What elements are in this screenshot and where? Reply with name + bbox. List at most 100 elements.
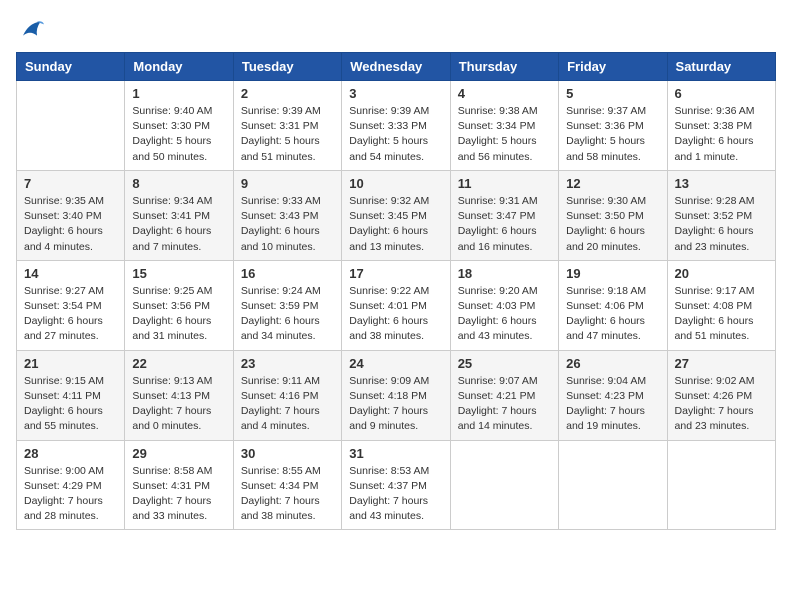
day-number: 28 xyxy=(24,446,117,461)
day-info: Sunrise: 9:11 AMSunset: 4:16 PMDaylight:… xyxy=(241,374,334,435)
day-number: 15 xyxy=(132,266,225,281)
day-number: 21 xyxy=(24,356,117,371)
day-info: Sunrise: 9:28 AMSunset: 3:52 PMDaylight:… xyxy=(675,194,768,255)
calendar-cell: 29 Sunrise: 8:58 AMSunset: 4:31 PMDayligh… xyxy=(125,440,233,530)
calendar-cell: 18Sunrise: 9:20 AMSunset: 4:03 PMDayligh… xyxy=(450,260,558,350)
day-number: 12 xyxy=(566,176,659,191)
day-info: Sunrise: 9:35 AMSunset: 3:40 PMDaylight:… xyxy=(24,194,117,255)
calendar-cell: 16 Sunrise: 9:24 AMSunset: 3:59 PMDayligh… xyxy=(233,260,341,350)
calendar-cell: 10Sunrise: 9:32 AMSunset: 3:45 PMDayligh… xyxy=(342,170,450,260)
day-number: 29 xyxy=(132,446,225,461)
day-number: 4 xyxy=(458,86,551,101)
calendar-cell: 25Sunrise: 9:07 AMSunset: 4:21 PMDayligh… xyxy=(450,350,558,440)
calendar-cell: 3Sunrise: 9:39 AMSunset: 3:33 PMDaylight… xyxy=(342,81,450,171)
day-number: 7 xyxy=(24,176,117,191)
day-info: Sunrise: 9:18 AMSunset: 4:06 PMDaylight:… xyxy=(566,284,659,345)
day-number: 6 xyxy=(675,86,768,101)
day-number: 30 xyxy=(241,446,334,461)
calendar-week-0: 1Sunrise: 9:40 AMSunset: 3:30 PMDaylight… xyxy=(17,81,776,171)
weekday-header-row: SundayMondayTuesdayWednesdayThursdayFrid… xyxy=(17,53,776,81)
day-number: 23 xyxy=(241,356,334,371)
day-number: 22 xyxy=(132,356,225,371)
day-number: 9 xyxy=(241,176,334,191)
day-info: Sunrise: 9:37 AMSunset: 3:36 PMDaylight:… xyxy=(566,104,659,165)
calendar-cell: 27 Sunrise: 9:02 AMSunset: 4:26 PMDayligh… xyxy=(667,350,775,440)
header xyxy=(16,16,776,44)
day-info: Sunrise: 8:53 AMSunset: 4:37 PMDaylight:… xyxy=(349,464,442,525)
day-info: Sunrise: 9:02 AMSunset: 4:26 PMDaylight:… xyxy=(675,374,768,435)
day-info: Sunrise: 9:40 AMSunset: 3:30 PMDaylight:… xyxy=(132,104,225,165)
calendar-cell: 30 Sunrise: 8:55 AMSunset: 4:34 PMDayligh… xyxy=(233,440,341,530)
calendar-week-3: 21 Sunrise: 9:15 AMSunset: 4:11 PMDayligh… xyxy=(17,350,776,440)
calendar-week-1: 7 Sunrise: 9:35 AMSunset: 3:40 PMDaylight… xyxy=(17,170,776,260)
day-number: 18 xyxy=(458,266,551,281)
calendar-cell: 4 Sunrise: 9:38 AMSunset: 3:34 PMDaylight… xyxy=(450,81,558,171)
day-number: 14 xyxy=(24,266,117,281)
weekday-header-sunday: Sunday xyxy=(17,53,125,81)
day-number: 19 xyxy=(566,266,659,281)
day-number: 26 xyxy=(566,356,659,371)
day-info: Sunrise: 9:36 AMSunset: 3:38 PMDaylight:… xyxy=(675,104,768,165)
weekday-header-monday: Monday xyxy=(125,53,233,81)
calendar-cell: 21 Sunrise: 9:15 AMSunset: 4:11 PMDayligh… xyxy=(17,350,125,440)
calendar-cell: 1Sunrise: 9:40 AMSunset: 3:30 PMDaylight… xyxy=(125,81,233,171)
calendar-cell: 6 Sunrise: 9:36 AMSunset: 3:38 PMDaylight… xyxy=(667,81,775,171)
calendar-cell: 26 Sunrise: 9:04 AMSunset: 4:23 PMDayligh… xyxy=(559,350,667,440)
calendar-cell: 22 Sunrise: 9:13 AMSunset: 4:13 PMDayligh… xyxy=(125,350,233,440)
day-info: Sunrise: 9:31 AMSunset: 3:47 PMDaylight:… xyxy=(458,194,551,255)
day-number: 2 xyxy=(241,86,334,101)
calendar-cell: 20Sunrise: 9:17 AMSunset: 4:08 PMDayligh… xyxy=(667,260,775,350)
calendar-cell: 5 Sunrise: 9:37 AMSunset: 3:36 PMDaylight… xyxy=(559,81,667,171)
day-info: Sunrise: 8:58 AMSunset: 4:31 PMDaylight:… xyxy=(132,464,225,525)
calendar-cell xyxy=(559,440,667,530)
calendar-body: 1Sunrise: 9:40 AMSunset: 3:30 PMDaylight… xyxy=(17,81,776,530)
day-number: 5 xyxy=(566,86,659,101)
day-number: 27 xyxy=(675,356,768,371)
calendar-week-2: 14 Sunrise: 9:27 AMSunset: 3:54 PMDayligh… xyxy=(17,260,776,350)
calendar-cell: 19 Sunrise: 9:18 AMSunset: 4:06 PMDayligh… xyxy=(559,260,667,350)
weekday-header-saturday: Saturday xyxy=(667,53,775,81)
day-number: 24 xyxy=(349,356,442,371)
day-number: 13 xyxy=(675,176,768,191)
calendar-cell: 12Sunrise: 9:30 AMSunset: 3:50 PMDayligh… xyxy=(559,170,667,260)
day-info: Sunrise: 9:39 AMSunset: 3:33 PMDaylight:… xyxy=(349,104,442,165)
day-info: Sunrise: 9:27 AMSunset: 3:54 PMDaylight:… xyxy=(24,284,117,345)
day-info: Sunrise: 9:07 AMSunset: 4:21 PMDaylight:… xyxy=(458,374,551,435)
calendar-week-4: 28 Sunrise: 9:00 AMSunset: 4:29 PMDayligh… xyxy=(17,440,776,530)
calendar-cell: 13 Sunrise: 9:28 AMSunset: 3:52 PMDayligh… xyxy=(667,170,775,260)
day-info: Sunrise: 9:00 AMSunset: 4:29 PMDaylight:… xyxy=(24,464,117,525)
weekday-header-tuesday: Tuesday xyxy=(233,53,341,81)
calendar-cell xyxy=(667,440,775,530)
calendar-cell: 8Sunrise: 9:34 AMSunset: 3:41 PMDaylight… xyxy=(125,170,233,260)
calendar-cell: 9 Sunrise: 9:33 AMSunset: 3:43 PMDaylight… xyxy=(233,170,341,260)
calendar-cell: 23 Sunrise: 9:11 AMSunset: 4:16 PMDayligh… xyxy=(233,350,341,440)
day-info: Sunrise: 9:38 AMSunset: 3:34 PMDaylight:… xyxy=(458,104,551,165)
day-number: 31 xyxy=(349,446,442,461)
calendar-cell: 17Sunrise: 9:22 AMSunset: 4:01 PMDayligh… xyxy=(342,260,450,350)
calendar-cell: 31 Sunrise: 8:53 AMSunset: 4:37 PMDayligh… xyxy=(342,440,450,530)
day-number: 16 xyxy=(241,266,334,281)
calendar-cell xyxy=(17,81,125,171)
day-info: Sunrise: 9:39 AMSunset: 3:31 PMDaylight:… xyxy=(241,104,334,165)
day-number: 20 xyxy=(675,266,768,281)
day-number: 17 xyxy=(349,266,442,281)
day-info: Sunrise: 9:24 AMSunset: 3:59 PMDaylight:… xyxy=(241,284,334,345)
calendar-cell: 11 Sunrise: 9:31 AMSunset: 3:47 PMDayligh… xyxy=(450,170,558,260)
calendar-cell: 15Sunrise: 9:25 AMSunset: 3:56 PMDayligh… xyxy=(125,260,233,350)
weekday-header-thursday: Thursday xyxy=(450,53,558,81)
day-number: 11 xyxy=(458,176,551,191)
calendar-cell xyxy=(450,440,558,530)
calendar-cell: 2 Sunrise: 9:39 AMSunset: 3:31 PMDaylight… xyxy=(233,81,341,171)
weekday-header-wednesday: Wednesday xyxy=(342,53,450,81)
day-info: Sunrise: 9:33 AMSunset: 3:43 PMDaylight:… xyxy=(241,194,334,255)
day-info: Sunrise: 9:32 AMSunset: 3:45 PMDaylight:… xyxy=(349,194,442,255)
calendar-cell: 7 Sunrise: 9:35 AMSunset: 3:40 PMDaylight… xyxy=(17,170,125,260)
day-info: Sunrise: 8:55 AMSunset: 4:34 PMDaylight:… xyxy=(241,464,334,525)
day-info: Sunrise: 9:15 AMSunset: 4:11 PMDaylight:… xyxy=(24,374,117,435)
logo-bird-icon xyxy=(16,16,44,44)
calendar-table: SundayMondayTuesdayWednesdayThursdayFrid… xyxy=(16,52,776,530)
day-info: Sunrise: 9:04 AMSunset: 4:23 PMDaylight:… xyxy=(566,374,659,435)
day-info: Sunrise: 9:13 AMSunset: 4:13 PMDaylight:… xyxy=(132,374,225,435)
weekday-header-friday: Friday xyxy=(559,53,667,81)
day-info: Sunrise: 9:09 AMSunset: 4:18 PMDaylight:… xyxy=(349,374,442,435)
